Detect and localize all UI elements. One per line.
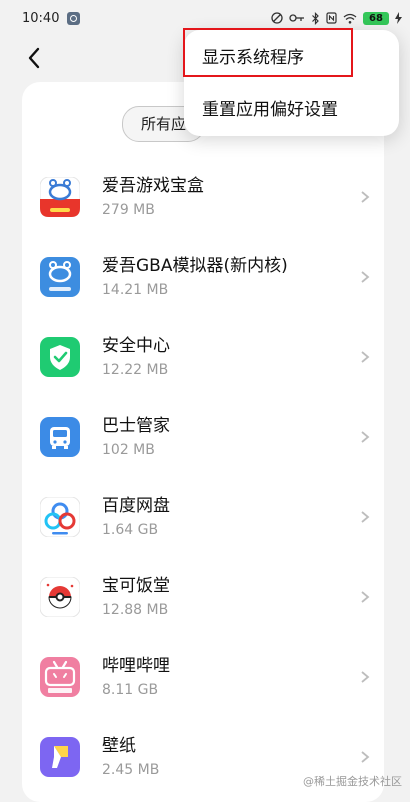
wallpaper-icon <box>40 737 80 777</box>
app-size: 14.21 MB <box>102 282 169 298</box>
chevron-right-icon <box>361 191 370 203</box>
bluetooth-icon <box>312 11 319 25</box>
app-size: 8.11 GB <box>102 682 159 698</box>
back-button[interactable] <box>14 38 54 78</box>
battery-icon: 68 <box>363 11 389 25</box>
app-name: 爱吾GBA模拟器(新内核) <box>102 256 288 276</box>
menu-item-reset-app-preferences[interactable]: 重置应用偏好设置 <box>184 84 399 136</box>
chevron-right-icon <box>361 431 370 443</box>
aiwu-game-box-icon <box>40 177 80 217</box>
chevron-right-icon <box>361 671 370 683</box>
aiwu-gba-icon <box>40 257 80 297</box>
app-size: 279 MB <box>102 202 155 218</box>
nfc-icon <box>326 12 337 24</box>
app-size: 1.64 GB <box>102 522 159 538</box>
wifi-icon <box>343 13 357 24</box>
app-item-bus-manager[interactable]: 巴士管家 102 MB <box>22 402 384 482</box>
bilibili-icon <box>40 657 80 697</box>
chevron-left-icon <box>28 47 40 69</box>
app-name: 爱吾游戏宝盒 <box>102 176 204 196</box>
app-size: 102 MB <box>102 442 155 458</box>
app-item-aiwu-game-box[interactable]: 爱吾游戏宝盒 279 MB <box>22 162 384 242</box>
chevron-right-icon <box>361 271 370 283</box>
app-item-bilibili[interactable]: 哔哩哔哩 8.11 GB <box>22 642 384 722</box>
dnd-icon <box>271 12 283 24</box>
app-item-baidu-netdisk[interactable]: 百度网盘 1.64 GB <box>22 482 384 562</box>
chevron-right-icon <box>361 351 370 363</box>
app-name: 宝可饭堂 <box>102 576 170 596</box>
shield-check-icon <box>40 337 80 377</box>
app-size: 12.22 MB <box>102 362 169 378</box>
app-name: 安全中心 <box>102 336 170 356</box>
chevron-right-icon <box>361 591 370 603</box>
app-list-card: 所有应 爱吾游戏宝盒 279 MB 爱吾GBA模拟器(新内核) 14.21 MB… <box>22 82 384 802</box>
app-size: 2.45 MB <box>102 762 160 778</box>
key-icon <box>289 14 304 22</box>
watermark: @稀土掘金技术社区 <box>303 775 402 788</box>
chevron-right-icon <box>361 511 370 523</box>
app-list: 爱吾游戏宝盒 279 MB 爱吾GBA模拟器(新内核) 14.21 MB 安全中… <box>22 162 384 802</box>
app-item-aiwu-gba[interactable]: 爱吾GBA模拟器(新内核) 14.21 MB <box>22 242 384 322</box>
app-name: 哔哩哔哩 <box>102 656 170 676</box>
status-time: 10:40 <box>22 10 60 26</box>
bus-icon <box>40 417 80 457</box>
pokeball-icon <box>40 577 80 617</box>
app-item-pokemon-canteen[interactable]: 宝可饭堂 12.88 MB <box>22 562 384 642</box>
app-item-security-center[interactable]: 安全中心 12.22 MB <box>22 322 384 402</box>
app-badge-icon <box>67 11 81 25</box>
charging-icon <box>395 12 402 24</box>
baidu-netdisk-icon <box>40 497 80 537</box>
app-item-wallpaper[interactable]: 壁纸 2.45 MB <box>22 722 384 802</box>
app-size: 12.88 MB <box>102 602 169 618</box>
app-name: 百度网盘 <box>102 496 170 516</box>
chevron-right-icon <box>361 751 370 763</box>
app-name: 壁纸 <box>102 736 136 756</box>
app-name: 巴士管家 <box>102 416 170 436</box>
overflow-menu: 显示系统程序 重置应用偏好设置 <box>184 30 399 136</box>
menu-item-show-system-apps[interactable]: 显示系统程序 <box>184 32 399 84</box>
